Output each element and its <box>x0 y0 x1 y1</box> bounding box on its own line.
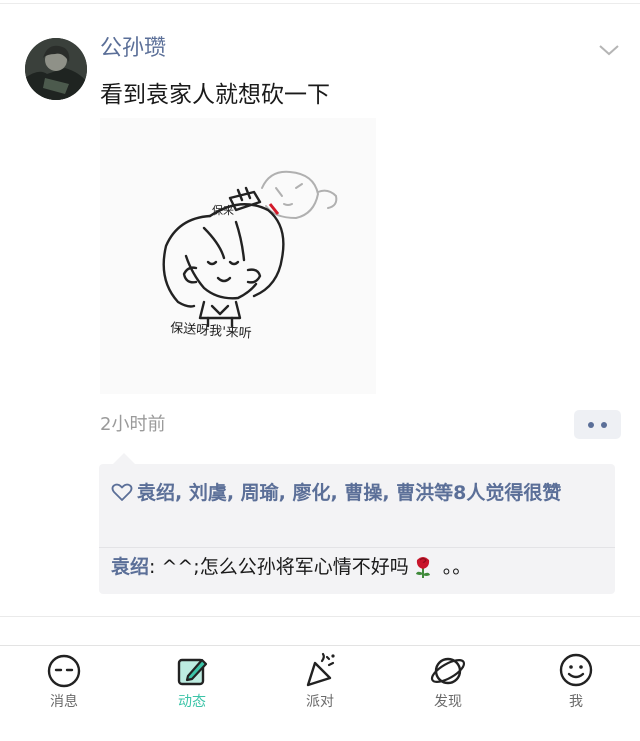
author-name[interactable]: 公孙瓒 <box>100 34 166 64</box>
top-divider <box>0 3 640 4</box>
tab-party[interactable]: 派对 <box>280 651 360 719</box>
comment-separator: : <box>149 556 162 578</box>
dot-icon <box>588 422 594 428</box>
image-caption-right: 保来 <box>212 203 234 217</box>
commenter-name[interactable]: 袁绍 <box>111 556 149 578</box>
tab-label: 派对 <box>306 694 334 710</box>
post-timestamp: 2小时前 <box>100 414 166 435</box>
profile-icon <box>559 653 593 687</box>
likes-names[interactable]: 袁绍, 刘虞, 周瑜, 廖化, 曹操, 曹洪等8人觉得很赞 <box>137 482 561 504</box>
feed-divider <box>0 616 640 617</box>
interaction-box: 袁绍, 刘虞, 周瑜, 廖化, 曹操, 曹洪等8人觉得很赞 袁绍: ^^;怎么公… <box>99 453 615 594</box>
heart-icon <box>111 483 133 501</box>
more-options-button[interactable] <box>574 410 621 439</box>
comment-tail: 。。 <box>436 556 472 578</box>
tab-profile[interactable]: 我 <box>536 651 616 719</box>
rose-icon <box>415 557 430 578</box>
tab-label: 发现 <box>434 694 462 710</box>
message-icon <box>47 654 81 688</box>
tab-label: 我 <box>569 694 583 710</box>
chevron-down-icon[interactable] <box>598 42 620 58</box>
tab-label: 动态 <box>178 694 206 710</box>
feed-icon <box>177 658 208 686</box>
tab-feed[interactable]: 动态 <box>152 651 232 719</box>
dot-icon <box>601 422 607 428</box>
discover-icon <box>430 657 466 685</box>
post-text: 看到袁家人就想砍一下 <box>100 82 330 108</box>
box-arrow <box>113 453 135 464</box>
tab-messages[interactable]: 消息 <box>24 651 104 719</box>
post-image[interactable]: 保来 保送呀我'来听 <box>100 118 376 394</box>
party-icon <box>306 652 335 687</box>
comment-item[interactable]: 袁绍: ^^;怎么公孙将军心情不好吗 。。 <box>111 553 471 581</box>
comment-text: ^^;怎么公孙将军心情不好吗 <box>161 556 409 578</box>
likes-line[interactable]: 袁绍, 刘虞, 周瑜, 廖化, 曹操, 曹洪等8人觉得很赞 <box>111 480 601 507</box>
tab-discover[interactable]: 发现 <box>408 651 488 719</box>
tabbar-divider <box>0 645 640 646</box>
comment-divider <box>99 547 615 548</box>
tab-label: 消息 <box>50 694 78 710</box>
avatar[interactable] <box>25 38 87 100</box>
